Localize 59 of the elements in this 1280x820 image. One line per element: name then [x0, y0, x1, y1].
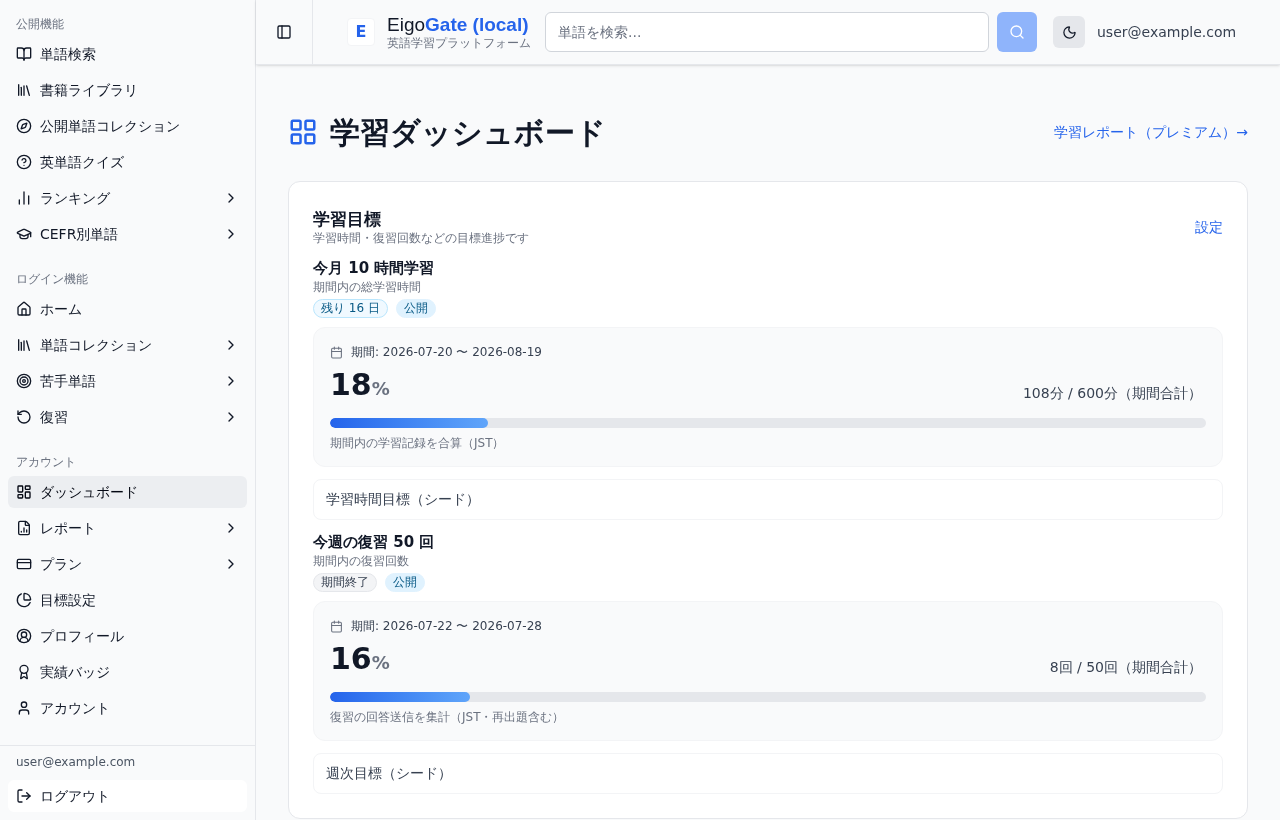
- search-icon: [1009, 24, 1025, 40]
- library-icon: [16, 82, 32, 98]
- period-text: 期間: 2026-07-22 〜 2026-07-28: [351, 618, 542, 635]
- award-icon: [16, 664, 32, 680]
- rotate-icon: [16, 409, 32, 425]
- sidebar-item[interactable]: ダッシュボード: [8, 476, 247, 508]
- pie-chart-icon: [16, 592, 32, 608]
- goal-source: 週次目標（シード）: [326, 764, 452, 783]
- library-icon: [16, 337, 32, 353]
- user-email: user@example.com: [1097, 22, 1237, 42]
- credit-card-icon: [16, 556, 32, 572]
- help-icon: [16, 154, 32, 170]
- bar-chart-icon: [16, 190, 32, 206]
- panel-icon: [276, 24, 292, 40]
- tagline: 英語学習プラットフォーム: [387, 35, 531, 51]
- goal-description: 期間内の総学習時間: [313, 279, 422, 296]
- book-icon: [16, 46, 32, 62]
- card-title: 学習目標: [313, 208, 382, 230]
- brand-name: EigoGate (local): [387, 13, 530, 36]
- dashboard-icon: [16, 484, 32, 500]
- amount-text: 108分 / 600分（期間合計）: [1022, 384, 1202, 403]
- theme-toggle-button[interactable]: [1053, 16, 1085, 48]
- graduation-cap-icon: [16, 226, 32, 242]
- home-icon: [16, 301, 32, 317]
- calendar-icon: [330, 345, 343, 359]
- status-tag: 公開: [395, 299, 436, 318]
- logout-icon: [16, 788, 32, 804]
- amount-text: 8回 / 50回（期間合計）: [1049, 658, 1202, 677]
- goal-title: 今月 10 時間学習: [313, 258, 436, 278]
- progress-note: 期間内の学習記録を合算（JST）: [330, 435, 506, 452]
- status-tag: 残り 16 日: [313, 299, 388, 318]
- goal-description: 期間内の復習回数: [313, 553, 410, 570]
- status-tag: 期間終了: [313, 573, 377, 592]
- progress-note: 復習の回答送信を集計（JST・再出題含む）: [330, 709, 566, 726]
- target-icon: [16, 373, 32, 389]
- settings-link[interactable]: 設定: [1195, 216, 1223, 238]
- page-title: 学習ダッシュボード: [330, 113, 606, 152]
- section-heading: 公開機能: [15, 16, 65, 33]
- percent-value: 18%: [330, 367, 390, 404]
- user-circle-icon: [16, 628, 32, 644]
- card-subtitle: 学習時間・復習回数などの目標進捗です: [313, 230, 529, 246]
- report-link[interactable]: 学習レポート（プレミアム）→: [1054, 121, 1248, 143]
- period-text: 期間: 2026-07-20 〜 2026-08-19: [351, 344, 542, 361]
- goal-title: 今週の復習 50 回: [313, 532, 436, 552]
- moon-icon: [1061, 24, 1077, 40]
- status-tag: 公開: [385, 573, 425, 592]
- search-field[interactable]: 単語を検索...: [545, 12, 989, 52]
- percent-value: 16%: [330, 641, 390, 678]
- goal-source: 学習時間目標（シード）: [326, 490, 480, 509]
- compass-icon: [16, 118, 32, 134]
- logo-icon: E: [347, 18, 375, 46]
- calendar-icon: [330, 619, 343, 633]
- section-heading: アカウント: [15, 454, 77, 471]
- user-icon: [16, 700, 32, 716]
- dashboard-icon: [288, 117, 318, 147]
- report-icon: [16, 520, 32, 536]
- logout-button[interactable]: ログアウト: [8, 780, 247, 812]
- section-heading: ログイン機能: [15, 271, 89, 288]
- user-email: user@example.com: [15, 754, 137, 771]
